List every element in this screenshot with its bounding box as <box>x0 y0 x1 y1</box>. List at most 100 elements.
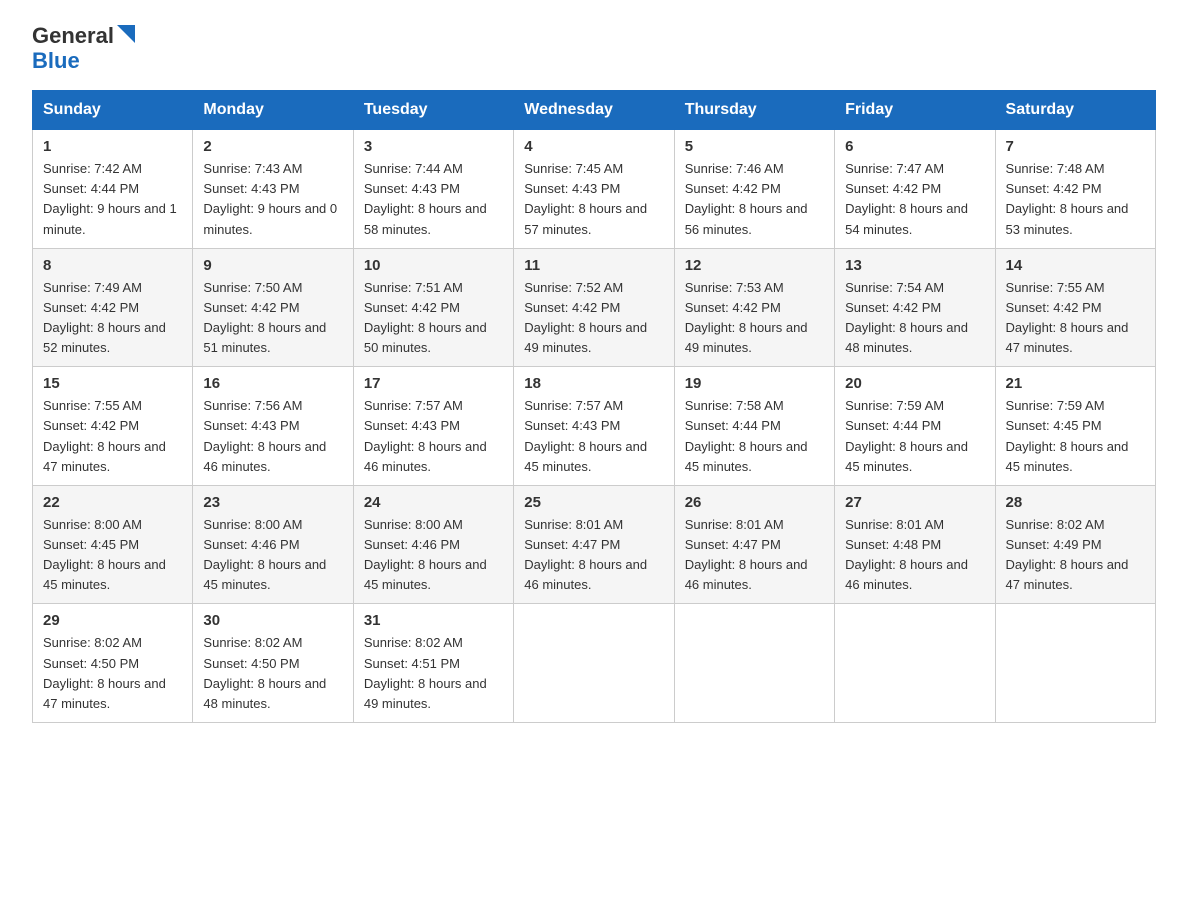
calendar-cell: 12 Sunrise: 7:53 AMSunset: 4:42 PMDayligh… <box>674 248 834 367</box>
day-info: Sunrise: 8:02 AMSunset: 4:49 PMDaylight:… <box>1006 515 1145 596</box>
day-number: 6 <box>845 138 984 155</box>
day-number: 12 <box>685 257 824 274</box>
day-info: Sunrise: 7:54 AMSunset: 4:42 PMDaylight:… <box>845 278 984 359</box>
day-number: 28 <box>1006 494 1145 511</box>
day-info: Sunrise: 8:01 AMSunset: 4:48 PMDaylight:… <box>845 515 984 596</box>
day-number: 5 <box>685 138 824 155</box>
calendar-cell: 1 Sunrise: 7:42 AMSunset: 4:44 PMDaylight… <box>33 130 193 249</box>
day-info: Sunrise: 7:55 AMSunset: 4:42 PMDaylight:… <box>1006 278 1145 359</box>
day-number: 22 <box>43 494 182 511</box>
calendar-cell: 9Sunrise: 7:50 AMSunset: 4:42 PMDaylight… <box>193 248 353 367</box>
calendar-cell: 22 Sunrise: 8:00 AMSunset: 4:45 PMDayligh… <box>33 485 193 604</box>
col-header-wednesday: Wednesday <box>514 91 674 130</box>
day-number: 15 <box>43 375 182 392</box>
calendar-cell <box>995 604 1155 723</box>
day-info: Sunrise: 8:00 AMSunset: 4:46 PMDaylight:… <box>203 515 342 596</box>
calendar-cell: 5 Sunrise: 7:46 AMSunset: 4:42 PMDaylight… <box>674 130 834 249</box>
day-info: Sunrise: 8:01 AMSunset: 4:47 PMDaylight:… <box>524 515 663 596</box>
day-info: Sunrise: 7:42 AMSunset: 4:44 PMDaylight:… <box>43 159 182 240</box>
day-info: Sunrise: 7:52 AMSunset: 4:42 PMDaylight:… <box>524 278 663 359</box>
day-info: Sunrise: 7:45 AMSunset: 4:43 PMDaylight:… <box>524 159 663 240</box>
day-number: 23 <box>203 494 342 511</box>
calendar-week-row: 29 Sunrise: 8:02 AMSunset: 4:50 PMDayligh… <box>33 604 1156 723</box>
day-number: 29 <box>43 612 182 629</box>
calendar-cell: 18 Sunrise: 7:57 AMSunset: 4:43 PMDayligh… <box>514 367 674 486</box>
calendar-cell: 6 Sunrise: 7:47 AMSunset: 4:42 PMDaylight… <box>835 130 995 249</box>
col-header-monday: Monday <box>193 91 353 130</box>
day-info: Sunrise: 7:56 AMSunset: 4:43 PMDaylight:… <box>203 396 342 477</box>
day-number: 11 <box>524 257 663 274</box>
day-info: Sunrise: 7:50 AMSunset: 4:42 PMDaylight:… <box>203 278 342 359</box>
day-info: Sunrise: 7:51 AMSunset: 4:42 PMDaylight:… <box>364 278 503 359</box>
day-info: Sunrise: 7:46 AMSunset: 4:42 PMDaylight:… <box>685 159 824 240</box>
calendar-cell <box>674 604 834 723</box>
calendar-cell: 11 Sunrise: 7:52 AMSunset: 4:42 PMDayligh… <box>514 248 674 367</box>
calendar-cell: 27Sunrise: 8:01 AMSunset: 4:48 PMDayligh… <box>835 485 995 604</box>
calendar-week-row: 1 Sunrise: 7:42 AMSunset: 4:44 PMDaylight… <box>33 130 1156 249</box>
page-header: General Blue <box>32 24 1156 74</box>
calendar-cell: 4 Sunrise: 7:45 AMSunset: 4:43 PMDaylight… <box>514 130 674 249</box>
day-info: Sunrise: 7:49 AMSunset: 4:42 PMDaylight:… <box>43 278 182 359</box>
day-info: Sunrise: 8:01 AMSunset: 4:47 PMDaylight:… <box>685 515 824 596</box>
calendar-week-row: 22 Sunrise: 8:00 AMSunset: 4:45 PMDayligh… <box>33 485 1156 604</box>
col-header-thursday: Thursday <box>674 91 834 130</box>
calendar-cell: 24Sunrise: 8:00 AMSunset: 4:46 PMDayligh… <box>353 485 513 604</box>
day-number: 13 <box>845 257 984 274</box>
day-number: 4 <box>524 138 663 155</box>
day-info: Sunrise: 8:00 AMSunset: 4:45 PMDaylight:… <box>43 515 182 596</box>
calendar-cell: 8 Sunrise: 7:49 AMSunset: 4:42 PMDaylight… <box>33 248 193 367</box>
calendar-table: SundayMondayTuesdayWednesdayThursdayFrid… <box>32 90 1156 723</box>
calendar-cell: 19Sunrise: 7:58 AMSunset: 4:44 PMDayligh… <box>674 367 834 486</box>
day-info: Sunrise: 7:53 AMSunset: 4:42 PMDaylight:… <box>685 278 824 359</box>
day-info: Sunrise: 7:47 AMSunset: 4:42 PMDaylight:… <box>845 159 984 240</box>
day-info: Sunrise: 7:57 AMSunset: 4:43 PMDaylight:… <box>364 396 503 477</box>
calendar-cell: 16 Sunrise: 7:56 AMSunset: 4:43 PMDayligh… <box>193 367 353 486</box>
day-number: 1 <box>43 138 182 155</box>
day-info: Sunrise: 7:48 AMSunset: 4:42 PMDaylight:… <box>1006 159 1145 240</box>
calendar-cell: 20Sunrise: 7:59 AMSunset: 4:44 PMDayligh… <box>835 367 995 486</box>
day-number: 2 <box>203 138 342 155</box>
calendar-header-row: SundayMondayTuesdayWednesdayThursdayFrid… <box>33 91 1156 130</box>
calendar-cell: 13 Sunrise: 7:54 AMSunset: 4:42 PMDayligh… <box>835 248 995 367</box>
day-number: 31 <box>364 612 503 629</box>
day-info: Sunrise: 7:58 AMSunset: 4:44 PMDaylight:… <box>685 396 824 477</box>
col-header-saturday: Saturday <box>995 91 1155 130</box>
col-header-sunday: Sunday <box>33 91 193 130</box>
day-number: 18 <box>524 375 663 392</box>
logo-text-blue: Blue <box>32 48 80 74</box>
day-number: 17 <box>364 375 503 392</box>
calendar-cell <box>514 604 674 723</box>
day-number: 3 <box>364 138 503 155</box>
calendar-cell: 17 Sunrise: 7:57 AMSunset: 4:43 PMDayligh… <box>353 367 513 486</box>
logo-arrow-icon <box>117 25 135 43</box>
calendar-cell: 29 Sunrise: 8:02 AMSunset: 4:50 PMDayligh… <box>33 604 193 723</box>
day-info: Sunrise: 7:43 AMSunset: 4:43 PMDaylight:… <box>203 159 342 240</box>
day-number: 8 <box>43 257 182 274</box>
calendar-week-row: 8 Sunrise: 7:49 AMSunset: 4:42 PMDaylight… <box>33 248 1156 367</box>
calendar-cell: 28 Sunrise: 8:02 AMSunset: 4:49 PMDayligh… <box>995 485 1155 604</box>
day-info: Sunrise: 7:59 AMSunset: 4:44 PMDaylight:… <box>845 396 984 477</box>
calendar-cell: 15 Sunrise: 7:55 AMSunset: 4:42 PMDayligh… <box>33 367 193 486</box>
day-info: Sunrise: 8:02 AMSunset: 4:51 PMDaylight:… <box>364 633 503 714</box>
day-number: 10 <box>364 257 503 274</box>
day-number: 25 <box>524 494 663 511</box>
day-number: 16 <box>203 375 342 392</box>
day-number: 7 <box>1006 138 1145 155</box>
col-header-friday: Friday <box>835 91 995 130</box>
calendar-cell: 26Sunrise: 8:01 AMSunset: 4:47 PMDayligh… <box>674 485 834 604</box>
day-info: Sunrise: 7:44 AMSunset: 4:43 PMDaylight:… <box>364 159 503 240</box>
day-info: Sunrise: 8:02 AMSunset: 4:50 PMDaylight:… <box>203 633 342 714</box>
calendar-cell: 30Sunrise: 8:02 AMSunset: 4:50 PMDayligh… <box>193 604 353 723</box>
day-info: Sunrise: 7:55 AMSunset: 4:42 PMDaylight:… <box>43 396 182 477</box>
day-info: Sunrise: 7:57 AMSunset: 4:43 PMDaylight:… <box>524 396 663 477</box>
day-info: Sunrise: 8:02 AMSunset: 4:50 PMDaylight:… <box>43 633 182 714</box>
calendar-cell <box>835 604 995 723</box>
calendar-cell: 23 Sunrise: 8:00 AMSunset: 4:46 PMDayligh… <box>193 485 353 604</box>
logo: General Blue <box>32 24 135 74</box>
day-info: Sunrise: 7:59 AMSunset: 4:45 PMDaylight:… <box>1006 396 1145 477</box>
calendar-cell: 7 Sunrise: 7:48 AMSunset: 4:42 PMDaylight… <box>995 130 1155 249</box>
calendar-cell: 10 Sunrise: 7:51 AMSunset: 4:42 PMDayligh… <box>353 248 513 367</box>
calendar-cell: 14Sunrise: 7:55 AMSunset: 4:42 PMDayligh… <box>995 248 1155 367</box>
calendar-cell: 2 Sunrise: 7:43 AMSunset: 4:43 PMDaylight… <box>193 130 353 249</box>
calendar-week-row: 15 Sunrise: 7:55 AMSunset: 4:42 PMDayligh… <box>33 367 1156 486</box>
